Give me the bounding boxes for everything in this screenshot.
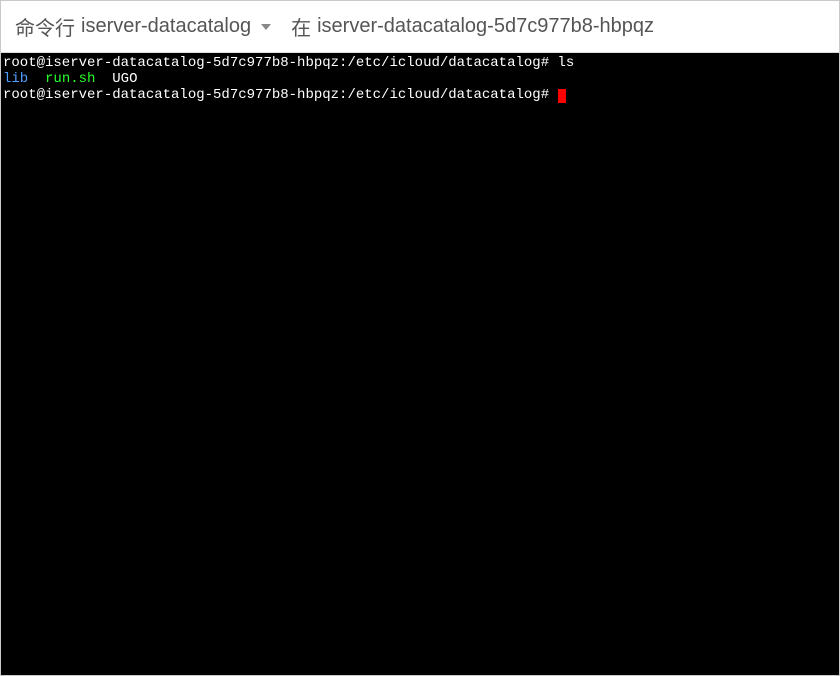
terminal-line: root@iserver-datacatalog-5d7c977b8-hbpqz…: [3, 55, 837, 71]
pod-name: iserver-datacatalog-5d7c977b8-hbpqz: [317, 15, 654, 38]
ls-item-exec: run.sh: [45, 71, 95, 87]
in-label: 在: [291, 12, 311, 41]
terminal-area[interactable]: root@iserver-datacatalog-5d7c977b8-hbpqz…: [1, 53, 839, 675]
terminal-line: lib run.sh UGO: [3, 71, 837, 87]
shell-prompt: root@iserver-datacatalog-5d7c977b8-hbpqz…: [3, 87, 549, 103]
ls-item-dir: lib: [3, 71, 28, 87]
header-bar: 命令行 iserver-datacatalog 在 iserver-dataca…: [1, 1, 839, 53]
service-name: iserver-datacatalog: [81, 15, 251, 38]
shell-prompt: root@iserver-datacatalog-5d7c977b8-hbpqz…: [3, 55, 549, 71]
header-title-block: 命令行 iserver-datacatalog 在 iserver-dataca…: [15, 12, 654, 41]
terminal-window: 命令行 iserver-datacatalog 在 iserver-dataca…: [0, 0, 840, 676]
service-dropdown[interactable]: iserver-datacatalog: [81, 15, 281, 38]
header-title: 命令行: [15, 12, 75, 41]
terminal-line: root@iserver-datacatalog-5d7c977b8-hbpqz…: [3, 87, 837, 103]
cursor-block: [558, 89, 566, 103]
chevron-down-icon: [261, 24, 271, 30]
shell-command: ls: [558, 55, 575, 71]
ls-item-plain: UGO: [112, 71, 137, 87]
